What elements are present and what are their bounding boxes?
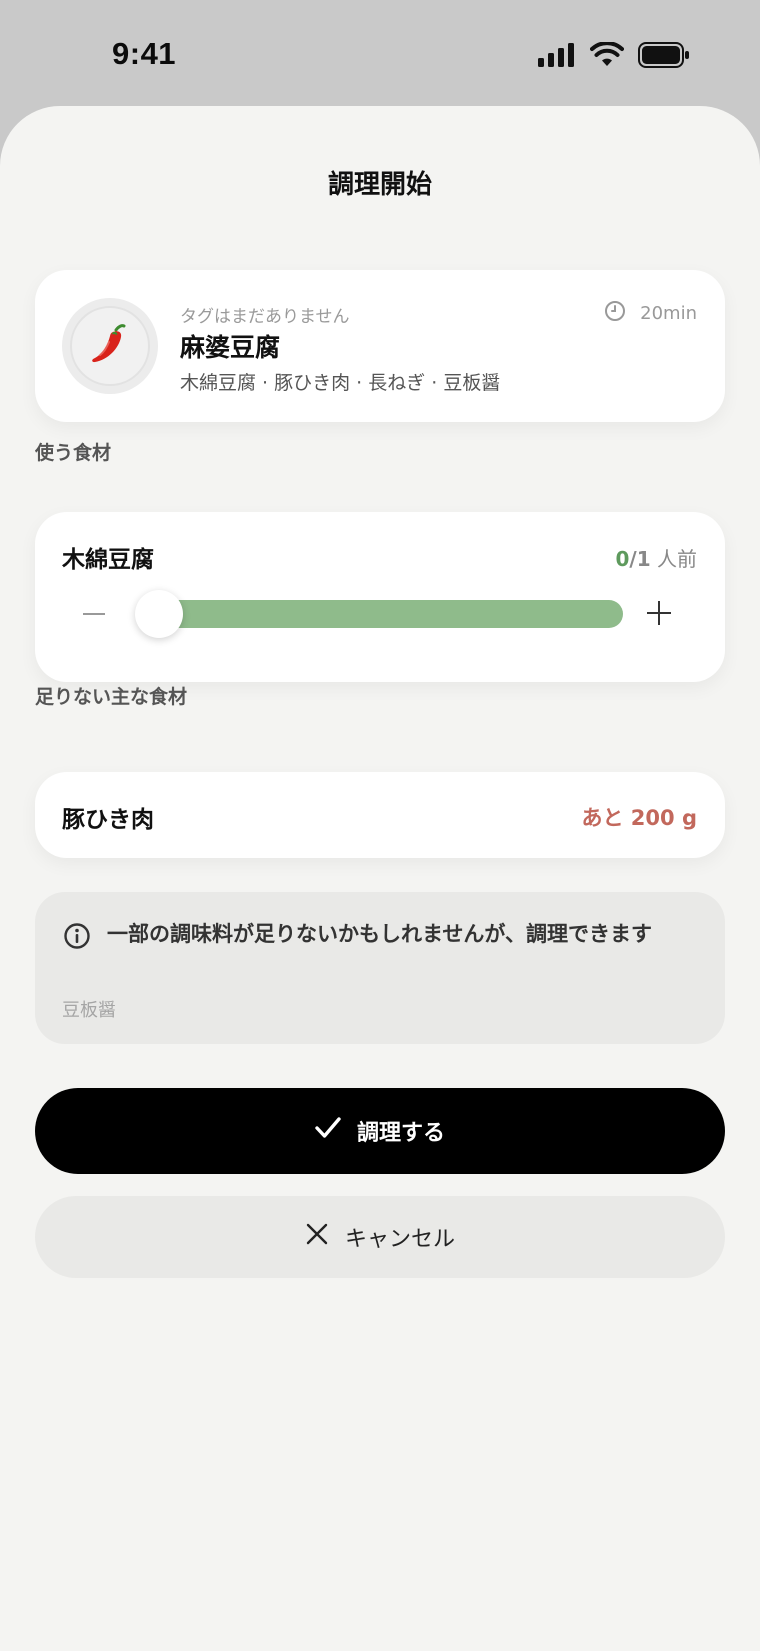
cook-button[interactable]: 調理する: [35, 1088, 725, 1174]
recipe-card: タグはまだありません 麻婆豆腐 木綿豆腐 · 豚ひき肉 · 長ねぎ · 豆板醤 …: [35, 270, 725, 422]
recipe-time-label: 20min: [640, 303, 697, 324]
recipe-ingredients: 木綿豆腐 · 豚ひき肉 · 長ねぎ · 豆板醤: [180, 372, 501, 394]
checkmark-icon: [315, 1116, 341, 1146]
close-icon: [305, 1222, 329, 1252]
cancel-button[interactable]: キャンセル: [35, 1196, 725, 1278]
servings-total: 1: [636, 547, 651, 571]
clock-icon: [604, 300, 626, 327]
cook-start-sheet: 調理開始 タグはまだありません 麻婆豆腐 木綿豆腐 · 豚ひき肉 · 長ねぎ ·…: [0, 106, 760, 1651]
sheet-title: 調理開始: [327, 170, 432, 200]
warning-message: 一部の調味料が足りないかもしれませんが、調理できます: [107, 922, 652, 946]
wifi-icon: [590, 41, 624, 72]
missing-ingredient-name: 豚ひき肉: [62, 807, 154, 833]
decrease-button[interactable]: [83, 598, 107, 628]
increase-button[interactable]: [647, 598, 673, 628]
missing-ingredient-card: 豚ひき肉 あと 200 g: [35, 772, 725, 858]
cook-button-label: 調理する: [356, 1121, 445, 1146]
recipe-tags: タグはまだありません: [180, 307, 350, 327]
servings-unit: 人前: [650, 547, 697, 571]
servings-current: 0: [615, 547, 630, 571]
section-label-missing: 足りない主な食材: [35, 686, 188, 708]
info-icon: [63, 922, 91, 954]
warning-seasoning-list: 豆板醤: [62, 1000, 116, 1021]
status-time: 9:41: [112, 36, 177, 71]
servings-separator: /: [629, 547, 637, 571]
servings-slider-thumb[interactable]: [135, 590, 183, 638]
servings-slider-track[interactable]: [137, 600, 623, 628]
seasoning-warning: 一部の調味料が足りないかもしれませんが、調理できます 豆板醤: [35, 892, 725, 1044]
cellular-signal-icon: [538, 43, 576, 71]
dish-plate: [62, 298, 158, 394]
ingredient-card: 木綿豆腐 0/1 人前: [35, 512, 725, 682]
cancel-button-label: キャンセル: [344, 1227, 455, 1252]
chili-pepper-icon: [86, 320, 134, 372]
ingredient-name: 木綿豆腐: [62, 547, 154, 573]
recipe-time: 20min: [604, 300, 697, 327]
status-bar: 9:41: [0, 0, 760, 108]
missing-ingredient-amount: あと 200 g: [581, 806, 698, 830]
status-icons: [538, 41, 690, 72]
recipe-name: 麻婆豆腐: [180, 333, 281, 362]
battery-icon: [638, 42, 690, 72]
servings-readout: 0/1 人前: [615, 543, 697, 572]
section-label-use-ingredients: 使う食材: [35, 442, 112, 464]
